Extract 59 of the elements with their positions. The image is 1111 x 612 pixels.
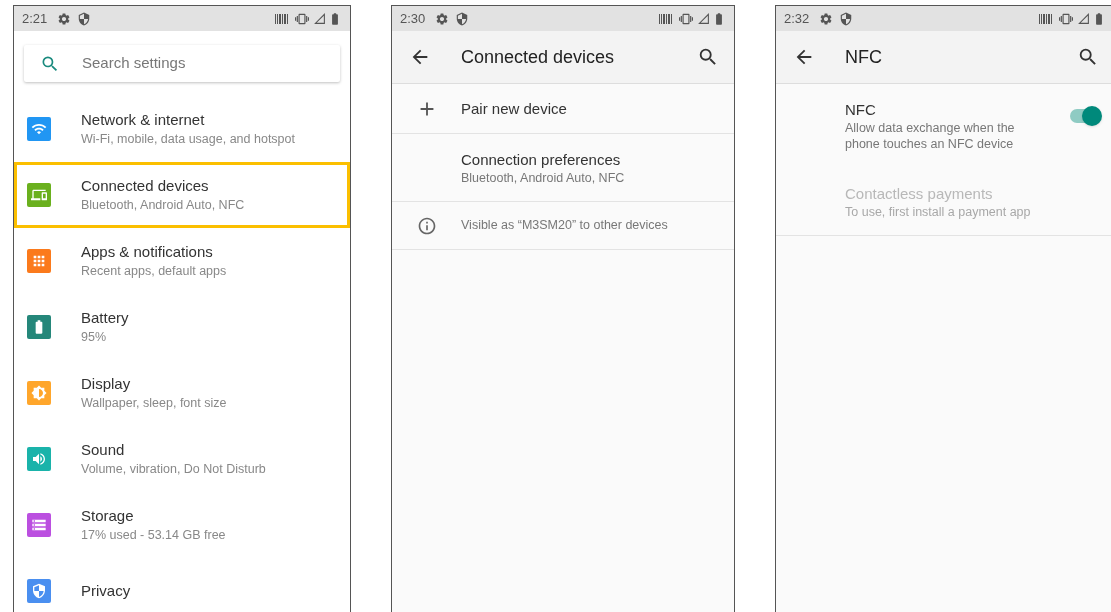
- item-title: Sound: [81, 440, 126, 460]
- barcode-icon: [1039, 13, 1053, 24]
- item-subtitle: Wallpaper, sleep, font size: [81, 395, 227, 412]
- search-icon: [1077, 46, 1099, 68]
- gear-icon: [819, 11, 834, 26]
- item-subtitle: Volume, vibration, Do Not Disturb: [81, 461, 266, 478]
- settings-item[interactable]: Sound Volume, vibration, Do Not Disturb: [14, 426, 350, 492]
- item-title: Privacy: [81, 581, 131, 601]
- item-subtitle: 17% used - 53.14 GB free: [81, 527, 226, 544]
- item-title: Connected devices: [81, 176, 210, 196]
- gear-icon: [435, 11, 450, 26]
- item-title: Network & internet: [81, 110, 206, 130]
- item-subtitle: 95%: [81, 329, 108, 346]
- item-subtitle: Wi-Fi, mobile, data usage, and hotspot: [81, 131, 295, 148]
- info-text: Visible as “M3SM20” to other devices: [461, 217, 669, 235]
- barcode-icon: [659, 13, 673, 24]
- list-row[interactable]: NFC Allow data exchange when the phone touches an NFC device: [776, 84, 1111, 168]
- item-title: Apps & notifications: [81, 242, 214, 262]
- list-row[interactable]: Connection preferences Bluetooth, Android Auto, NFC: [392, 134, 734, 202]
- signal-icon: [697, 12, 710, 25]
- screen-title: Connected devices: [461, 45, 616, 69]
- item-subtitle: Bluetooth, Android Auto, NFC: [81, 197, 245, 214]
- row-subtitle: Allow data exchange when the phone touches an NFC device: [845, 120, 1016, 152]
- item-title: Display: [81, 374, 132, 394]
- gear-icon: [57, 11, 72, 26]
- barcode-icon: [275, 13, 289, 24]
- shield-icon: [839, 11, 854, 26]
- settings-item[interactable]: Connected devices Bluetooth, Android Auto, NFC: [14, 162, 350, 228]
- settings-item[interactable]: Apps & notifications Recent apps, default apps: [14, 228, 350, 294]
- toggle-switch[interactable]: [1068, 106, 1102, 126]
- vibrate-icon: [295, 11, 309, 26]
- settings-item[interactable]: Battery 95%: [14, 294, 350, 360]
- vibrate-icon: [679, 11, 693, 26]
- item-subtitle: Recent apps, default apps: [81, 263, 227, 280]
- row-subtitle: Bluetooth, Android Auto, NFC: [461, 169, 626, 186]
- signal-icon: [313, 12, 326, 25]
- status-time: 2:30: [400, 9, 426, 28]
- item-title: Battery: [81, 308, 129, 328]
- screen-title: NFC: [845, 45, 883, 69]
- search-icon: [697, 46, 719, 68]
- row-title: Pair new device: [461, 98, 568, 119]
- shield-icon: [455, 11, 470, 26]
- shield-icon: [77, 11, 92, 26]
- row-title: Contactless payments: [845, 183, 994, 204]
- signal-icon: [1077, 12, 1090, 25]
- status-time: 2:32: [784, 9, 810, 28]
- list-row[interactable]: Pair new device: [392, 84, 734, 134]
- row-title: NFC: [845, 100, 877, 120]
- row-subtitle: To use, first install a payment app: [845, 203, 1032, 220]
- vibrate-icon: [1059, 11, 1073, 26]
- search-field[interactable]: Search settings: [82, 52, 282, 75]
- info-icon: [416, 215, 437, 236]
- settings-item[interactable]: Network & internet Wi-Fi, mobile, data usage, and hotspot: [14, 96, 350, 162]
- settings-item[interactable]: Display Wallpaper, sleep, font size: [14, 360, 350, 426]
- status-time: 2:21: [22, 9, 48, 28]
- settings-item[interactable]: Storage 17% used - 53.14 GB free: [14, 492, 350, 558]
- item-title: Storage: [81, 506, 135, 526]
- row-title: Connection preferences: [461, 149, 622, 170]
- settings-item[interactable]: Privacy: [14, 558, 350, 612]
